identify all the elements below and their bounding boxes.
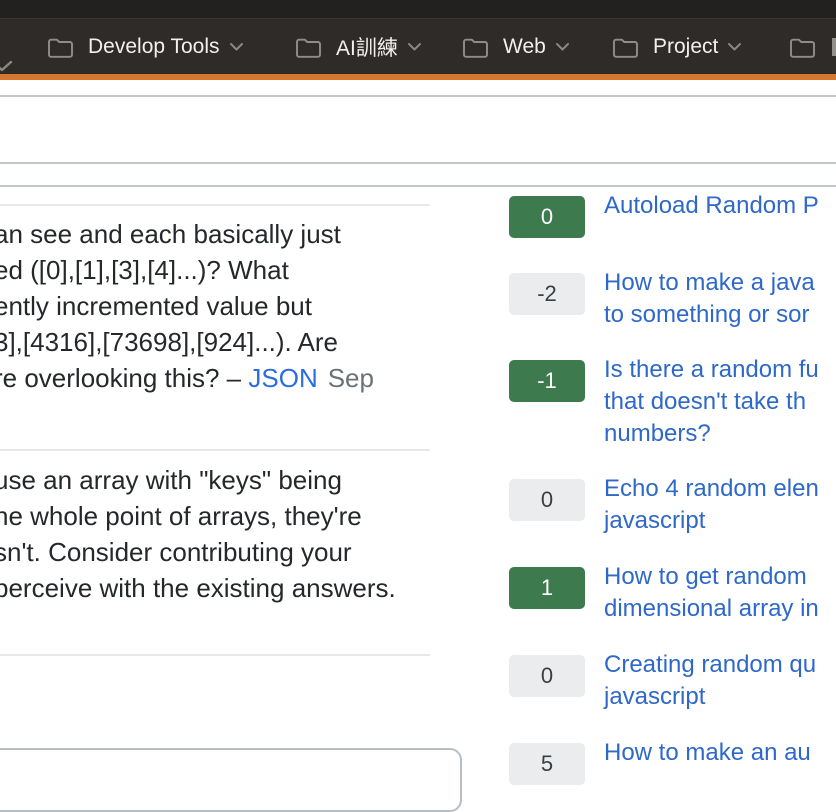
comment-text-line: an see and each basically just (0, 216, 454, 252)
add-comment-box[interactable] (0, 748, 462, 812)
bookmark-label: AI訓練 (336, 32, 398, 62)
score-badge: 1 (509, 567, 585, 609)
bookmark-folder-web[interactable]: Web (461, 19, 570, 75)
related-question-link[interactable]: Autoload Random P (604, 190, 836, 222)
related-question-link[interactable]: How to make an au (604, 737, 836, 769)
bookmark-label-clipped (832, 38, 836, 56)
section-divider (0, 185, 836, 187)
related-question-link[interactable]: How to get random dimensional array in (604, 561, 836, 625)
bookmark-label: Develop Tools (88, 35, 220, 59)
header-divider (0, 162, 836, 164)
related-question-link[interactable]: How to make a java to something or sor (604, 267, 836, 331)
comment-divider (0, 204, 430, 206)
score-badge: 5 (509, 743, 585, 785)
bookmark-folder-project[interactable]: Project (611, 19, 742, 75)
comment: an see and each basically just ed ([0],[… (0, 216, 454, 396)
comment-text: re overlooking this? – (0, 363, 248, 393)
bookmark-label: Project (653, 35, 718, 59)
chevron-down-icon (229, 42, 244, 52)
comment-divider (0, 654, 430, 656)
score-badge: 0 (509, 655, 585, 697)
comment-text-line: re overlooking this? – JSON Sep (0, 360, 454, 396)
related-question-link[interactable]: Creating random qu javascript (604, 649, 836, 713)
chevron-down-icon (407, 42, 422, 52)
score-badge: -1 (509, 360, 585, 402)
chevron-down-icon (555, 42, 570, 52)
folder-icon (461, 36, 490, 59)
chevron-down-icon (727, 42, 742, 52)
comment-text-line: he whole point of arrays, they're (0, 498, 454, 534)
comment-text-line: sn't. Consider contributing your (0, 534, 454, 570)
score-badge: 0 (509, 196, 585, 238)
score-badge: 0 (509, 479, 585, 521)
stackoverflow-orange-accent-bar (0, 74, 836, 80)
bookmarks-bar: Develop Tools AI訓練 Web Project (0, 18, 836, 75)
window-top-strip (0, 0, 836, 18)
chevron-down-icon (0, 60, 13, 73)
bookmark-folder-ai-training[interactable]: AI訓練 (294, 19, 422, 75)
comment-text-line: ently incremented value but (0, 288, 454, 324)
folder-icon (46, 36, 75, 59)
related-question-link[interactable]: Is there a random fu that doesn't take t… (604, 354, 836, 450)
bookmark-label: Web (503, 35, 546, 59)
comment-text-line: 3],[4316],[73698],[924]...). Are (0, 324, 454, 360)
comment: use an array with "keys" being he whole … (0, 462, 454, 606)
comment-text-line: use an array with "keys" being (0, 462, 454, 498)
comment-divider (0, 449, 430, 451)
folder-icon (611, 36, 640, 59)
comment-date: Sep (328, 363, 374, 393)
score-badge: -2 (509, 273, 585, 315)
comment-text-line: perceive with the existing answers. (0, 570, 454, 606)
comment-text-line: ed ([0],[1],[3],[4]...)? What (0, 252, 454, 288)
related-question-link[interactable]: Echo 4 random elen javascript (604, 473, 836, 537)
comment-author-link[interactable]: JSON (248, 363, 317, 393)
bookmark-folder-partial[interactable] (788, 19, 836, 75)
header-divider (0, 95, 836, 97)
folder-icon (294, 36, 323, 59)
bookmark-folder-develop-tools[interactable]: Develop Tools (46, 19, 244, 75)
folder-icon (788, 36, 817, 59)
